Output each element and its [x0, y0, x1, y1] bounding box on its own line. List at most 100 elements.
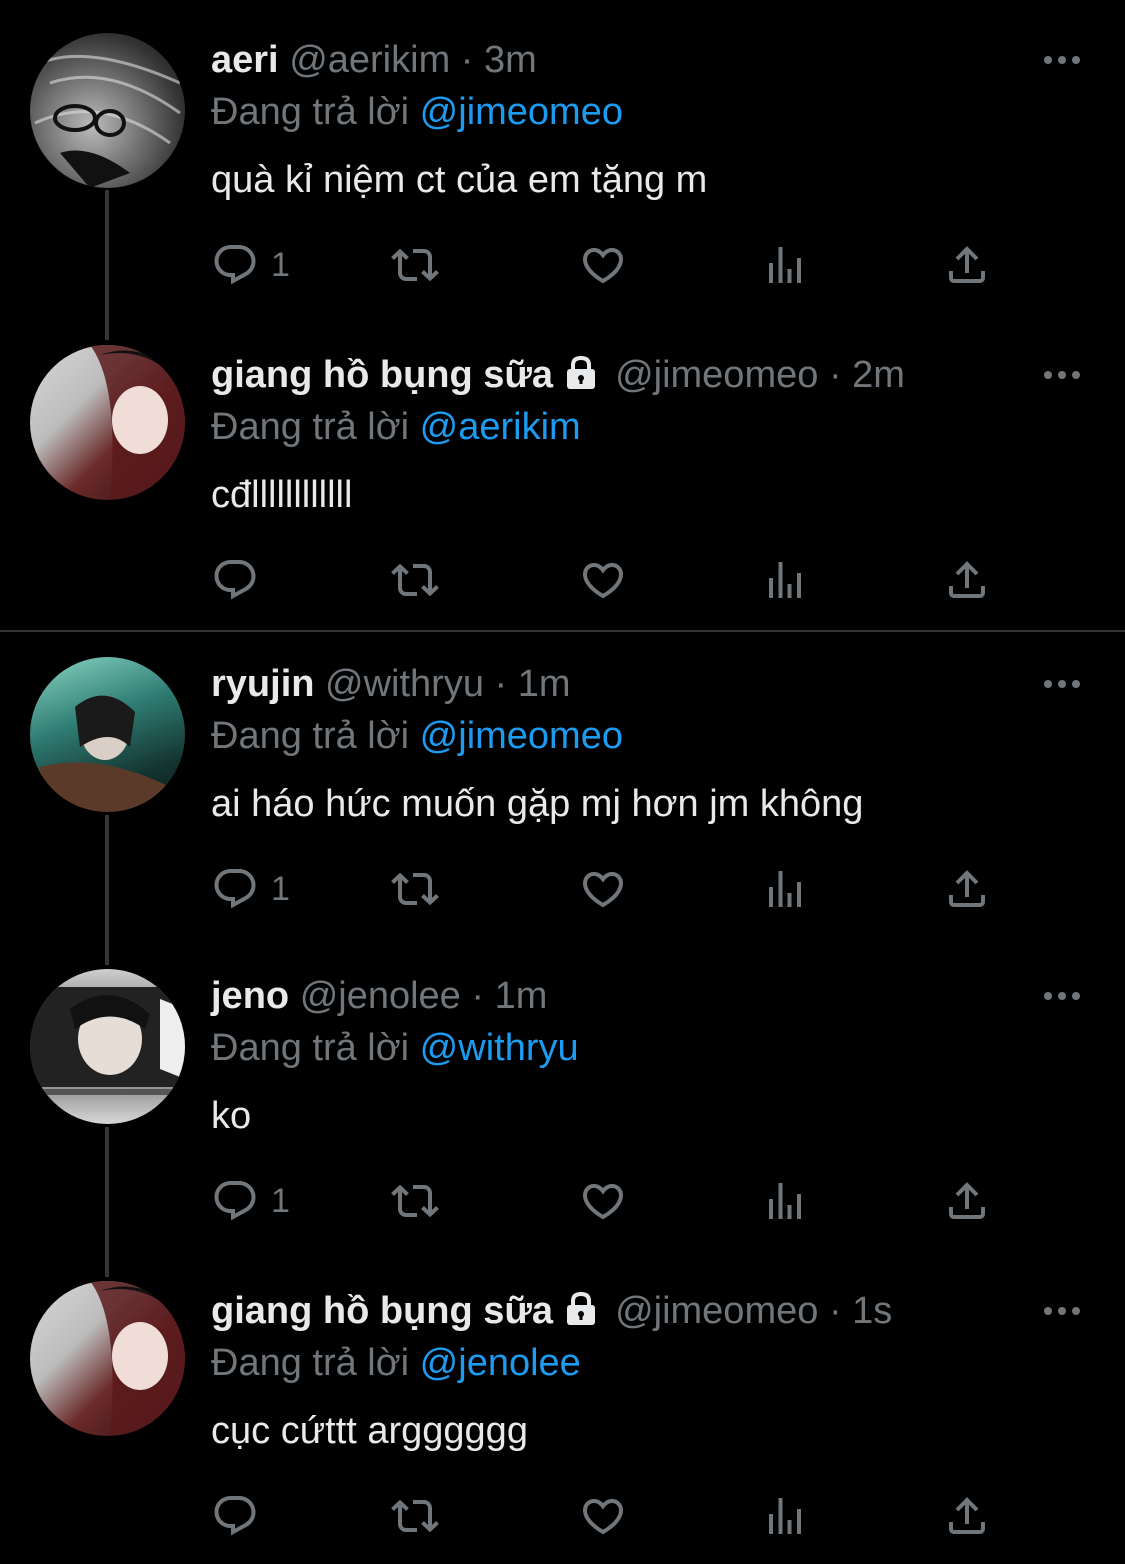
timestamp[interactable]: · 1s	[829, 1290, 892, 1332]
reply-button[interactable]	[211, 1491, 271, 1541]
handle[interactable]: @jimeomeo	[615, 1290, 818, 1332]
share-button[interactable]	[943, 1491, 991, 1541]
tweet[interactable]: aeri @aerikim · 3m Đang trả lời @jimeome…	[0, 30, 1125, 330]
like-button[interactable]	[579, 1491, 627, 1541]
share-button[interactable]	[943, 240, 991, 290]
tweet[interactable]: jeno @jenolee · 1m Đang trả lời @withryu…	[0, 966, 1125, 1266]
share-button[interactable]	[943, 555, 991, 605]
tweet-text: ai háo hức muốn gặp mj hơn jm không	[211, 783, 864, 825]
replying-label: Đang trả lời	[211, 1342, 410, 1384]
more-icon[interactable]	[1042, 1299, 1082, 1323]
like-button[interactable]	[579, 240, 627, 290]
share-button[interactable]	[943, 1176, 991, 1226]
lock-icon	[561, 349, 601, 389]
display-name[interactable]: aeri	[211, 39, 279, 81]
tweet[interactable]: ryujin @withryu · 1m Đang trả lời @jimeo…	[0, 654, 1125, 954]
tweet-text: cục cứttt argggggg	[211, 1410, 528, 1452]
retweet-button[interactable]	[391, 555, 439, 605]
heart-icon	[582, 563, 624, 599]
handle[interactable]: @jenolee	[300, 975, 461, 1017]
timestamp[interactable]: · 3m	[461, 39, 537, 81]
replying-to: Đang trả lời @jimeomeo	[211, 706, 623, 766]
views-button[interactable]	[761, 1491, 809, 1541]
reply-icon	[214, 869, 256, 909]
avatar[interactable]	[30, 969, 185, 1124]
tweet-text: ko	[211, 1095, 252, 1137]
tweet[interactable]: giang hồ bụng sữa @jimeomeo · 1s Đang trả…	[0, 1281, 1125, 1564]
lock-icon	[561, 1285, 601, 1325]
replying-label: Đang trả lời	[211, 91, 410, 133]
share-icon	[949, 246, 985, 283]
heart-icon	[582, 248, 624, 284]
reply-button[interactable]: 1	[211, 240, 290, 290]
retweet-button[interactable]	[391, 1491, 439, 1541]
more-icon[interactable]	[1042, 363, 1082, 387]
like-button[interactable]	[579, 864, 627, 914]
retweet-button[interactable]	[391, 864, 439, 914]
more-icon[interactable]	[1042, 672, 1082, 696]
action-bar	[211, 1491, 1011, 1541]
mention-link[interactable]: @jimeomeo	[420, 91, 623, 133]
reply-count: 1	[271, 1181, 290, 1220]
avatar[interactable]	[30, 1281, 185, 1436]
analytics-icon	[769, 247, 801, 283]
mention-link[interactable]: @aerikim	[420, 406, 581, 448]
display-name[interactable]: jeno	[211, 975, 289, 1017]
action-bar: 1	[211, 240, 1011, 290]
mention-link[interactable]: @jenolee	[420, 1342, 581, 1384]
handle[interactable]: @aerikim	[289, 39, 450, 81]
views-button[interactable]	[761, 555, 809, 605]
replying-to: Đang trả lời @jimeomeo	[211, 82, 623, 142]
heart-icon	[582, 1499, 624, 1535]
timestamp[interactable]: · 1m	[495, 663, 571, 705]
heart-icon	[582, 872, 624, 908]
replying-to: Đang trả lời @aerikim	[211, 397, 581, 457]
more-icon[interactable]	[1042, 984, 1082, 1008]
retweet-icon	[391, 248, 439, 282]
mention-link[interactable]: @jimeomeo	[420, 715, 623, 757]
avatar[interactable]	[30, 657, 185, 812]
share-button[interactable]	[943, 864, 991, 914]
display-name[interactable]: giang hồ bụng sữa	[211, 354, 553, 396]
views-button[interactable]	[761, 240, 809, 290]
like-button[interactable]	[579, 555, 627, 605]
handle[interactable]: @withryu	[325, 663, 484, 705]
retweet-icon	[391, 1499, 439, 1533]
timestamp[interactable]: · 2m	[829, 354, 905, 396]
views-button[interactable]	[761, 1176, 809, 1226]
reply-icon	[214, 1181, 256, 1221]
replying-label: Đang trả lời	[211, 715, 410, 757]
action-bar: 1	[211, 1176, 1011, 1226]
retweet-icon	[391, 872, 439, 906]
views-button[interactable]	[761, 864, 809, 914]
reply-button[interactable]	[211, 555, 271, 605]
replying-to: Đang trả lời @withryu	[211, 1018, 579, 1078]
reply-button[interactable]: 1	[211, 1176, 290, 1226]
display-name[interactable]: ryujin	[211, 663, 314, 705]
reply-button[interactable]: 1	[211, 864, 290, 914]
analytics-icon	[769, 871, 801, 907]
reply-icon	[214, 1496, 256, 1536]
heart-icon	[582, 1184, 624, 1220]
tweet-text: cđllllllllllll	[211, 474, 353, 516]
replying-to: Đang trả lời @jenolee	[211, 1333, 581, 1393]
retweet-button[interactable]	[391, 240, 439, 290]
share-icon	[949, 561, 985, 598]
replying-label: Đang trả lời	[211, 406, 410, 448]
retweet-button[interactable]	[391, 1176, 439, 1226]
analytics-icon	[769, 1183, 801, 1219]
action-bar	[211, 555, 1011, 605]
avatar[interactable]	[30, 345, 185, 500]
reply-count: 1	[271, 869, 290, 908]
tweet[interactable]: giang hồ bụng sữa @jimeomeo · 2m Đang trả…	[0, 345, 1125, 635]
handle[interactable]: @jimeomeo	[615, 354, 818, 396]
more-icon[interactable]	[1042, 48, 1082, 72]
timestamp[interactable]: · 1m	[471, 975, 547, 1017]
display-name[interactable]: giang hồ bụng sữa	[211, 1290, 553, 1332]
like-button[interactable]	[579, 1176, 627, 1226]
avatar[interactable]	[30, 33, 185, 188]
replying-label: Đang trả lời	[211, 1027, 410, 1069]
analytics-icon	[769, 1498, 801, 1534]
mention-link[interactable]: @withryu	[420, 1027, 579, 1069]
retweet-icon	[391, 1184, 439, 1218]
